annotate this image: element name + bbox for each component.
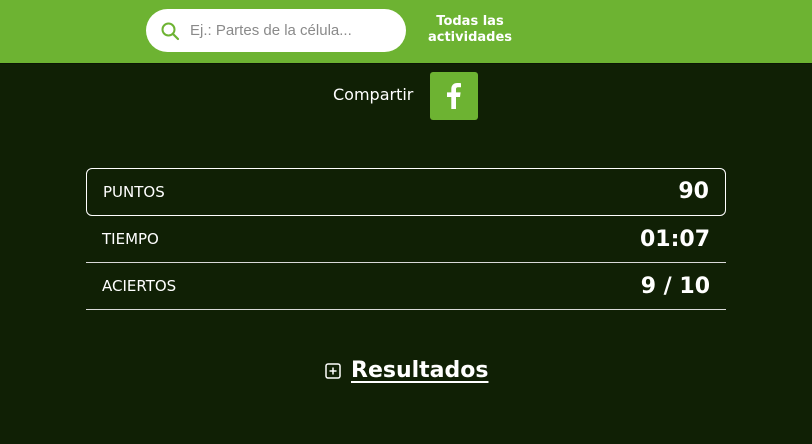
all-activities-line1: Todas las — [436, 14, 504, 29]
search-input[interactable] — [190, 9, 390, 52]
score-table: PUNTOS 90 TIEMPO 01:07 ACIERTOS 9 / 10 — [86, 168, 726, 310]
search-icon — [161, 22, 180, 41]
results-toggle[interactable]: Resultados — [325, 358, 488, 383]
stat-row-hits: ACIERTOS 9 / 10 — [86, 263, 726, 310]
stat-row-points: PUNTOS 90 — [86, 168, 726, 216]
points-value: 90 — [678, 179, 709, 204]
facebook-share-button[interactable] — [430, 72, 478, 120]
all-activities-line2: actividades — [427, 30, 513, 45]
points-label: PUNTOS — [103, 183, 165, 201]
search-box[interactable] — [146, 9, 406, 52]
stat-row-time: TIEMPO 01:07 — [86, 216, 726, 263]
share-label: Compartir — [333, 85, 414, 104]
results-link[interactable]: Resultados — [351, 358, 488, 383]
plus-square-icon — [325, 362, 341, 379]
time-label: TIEMPO — [102, 230, 159, 248]
hits-label: ACIERTOS — [102, 277, 177, 295]
top-bar: Todas las actividades — [0, 0, 812, 64]
time-value: 01:07 — [639, 227, 710, 252]
hits-value: 9 / 10 — [640, 274, 710, 299]
all-activities-link[interactable]: Todas las actividades — [420, 14, 520, 46]
facebook-icon — [447, 83, 461, 109]
